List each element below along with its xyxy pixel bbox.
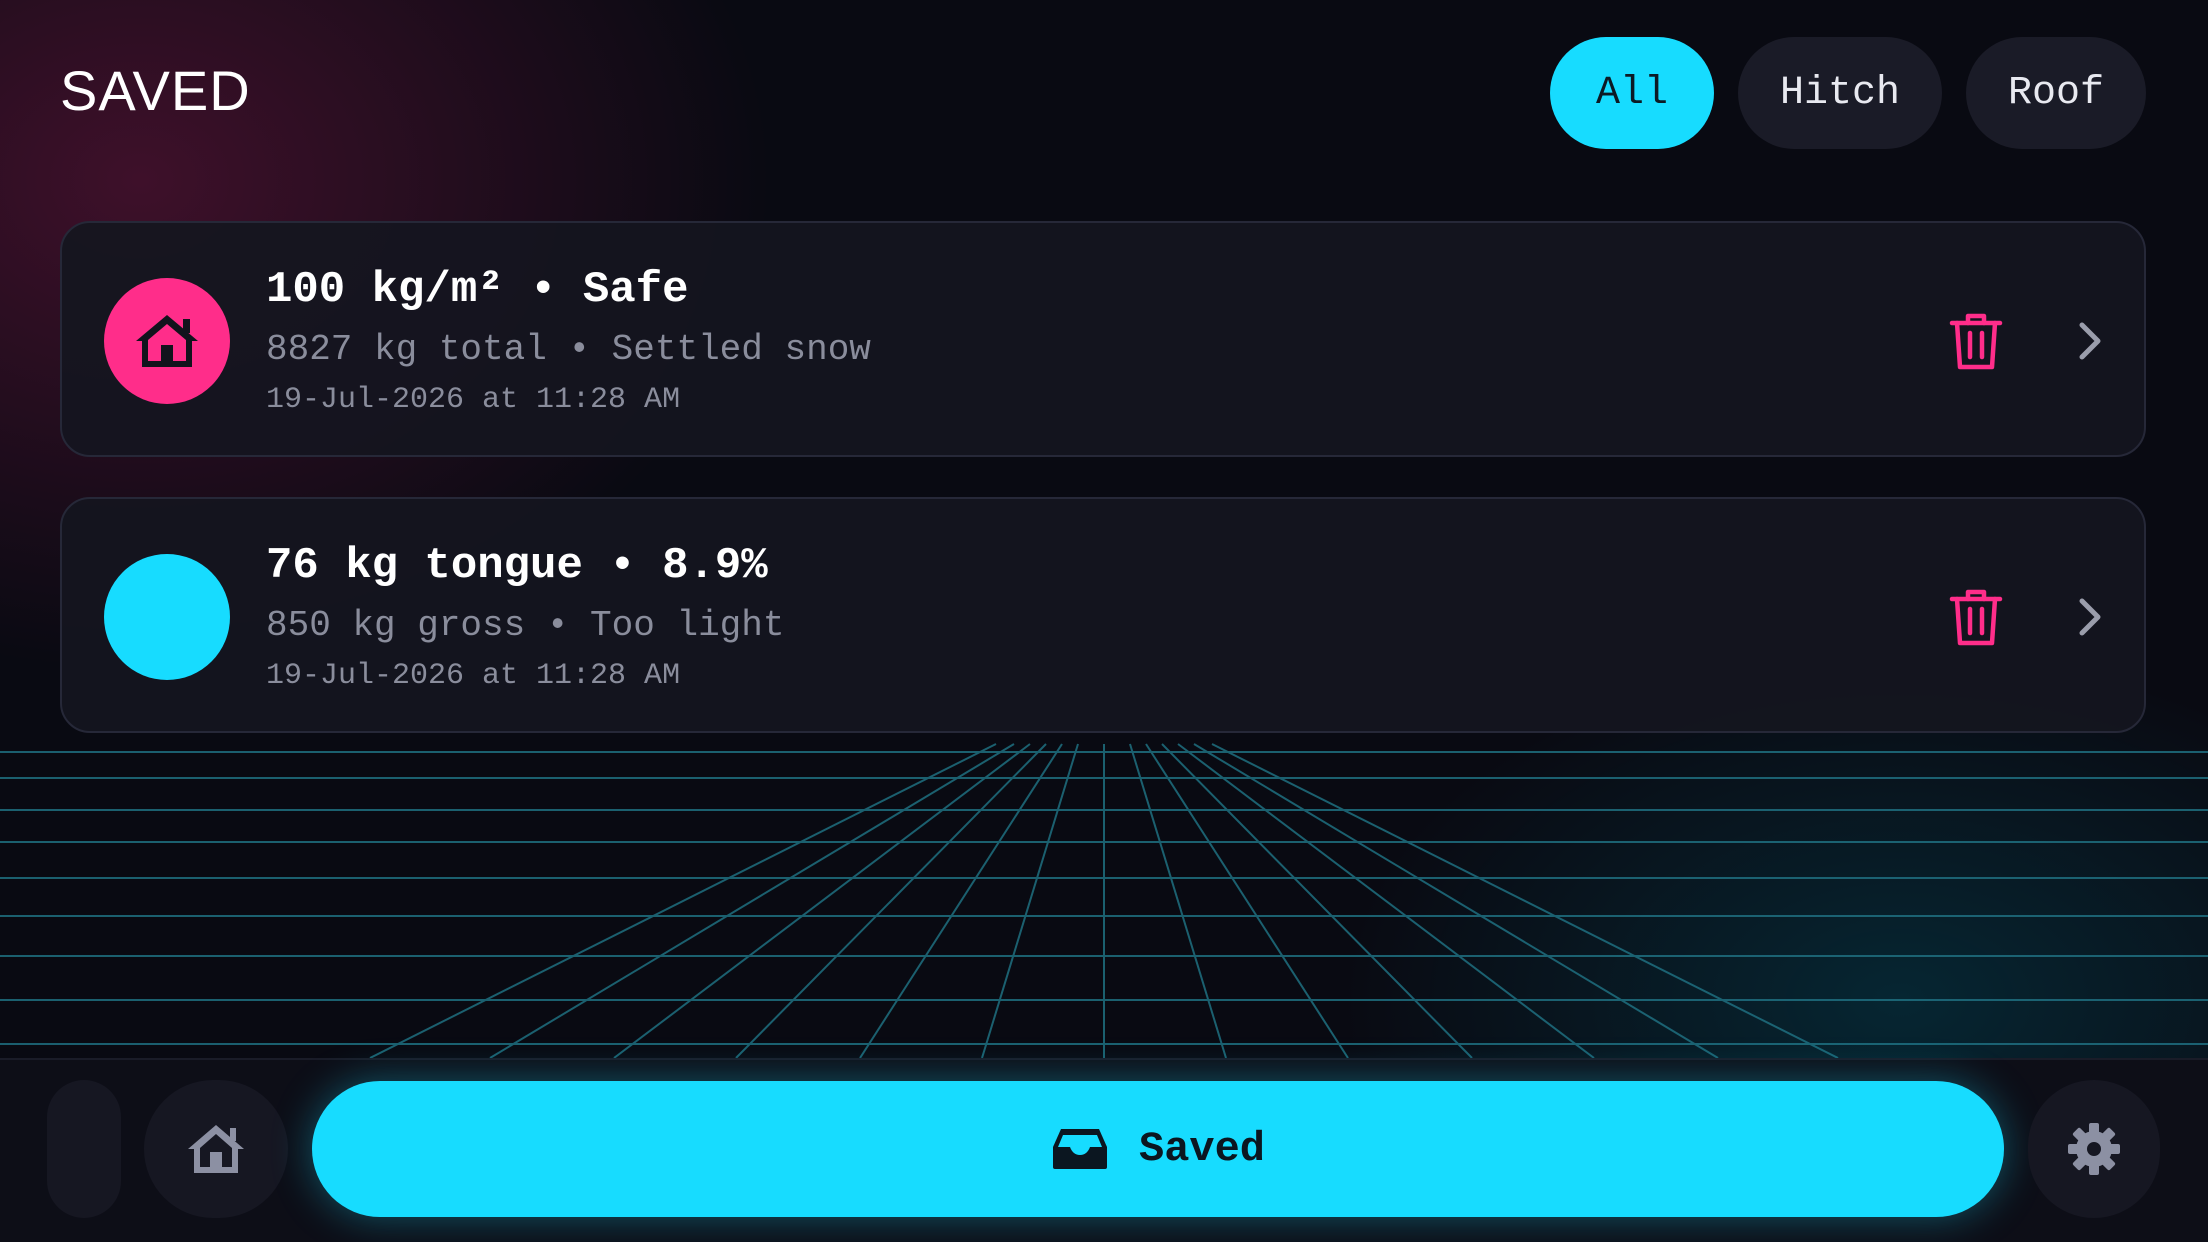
nav-saved-button[interactable]: Saved bbox=[312, 1081, 2004, 1217]
saved-item-timestamp: 19-Jul-2026 at 11:28 AM bbox=[266, 383, 681, 417]
saved-item-subtitle: 8827 kg total • Settled snow bbox=[266, 329, 871, 370]
gear-icon bbox=[2068, 1123, 2120, 1175]
chevron-right-icon[interactable] bbox=[2072, 319, 2108, 363]
saved-item-title: 100 kg/m² • Safe bbox=[266, 265, 689, 315]
nav-saved-label: Saved bbox=[1138, 1125, 1266, 1173]
nav-settings-button[interactable] bbox=[2028, 1080, 2160, 1218]
saved-item-subtitle: 850 kg gross • Too light bbox=[266, 605, 785, 646]
saved-item-card[interactable]: 76 kg tongue • 8.9% 850 kg gross • Too l… bbox=[60, 497, 2146, 733]
inbox-tray-icon bbox=[1052, 1129, 1107, 1169]
page-title: SAVED bbox=[60, 59, 251, 122]
filter-all-chip[interactable]: All bbox=[1549, 37, 1714, 149]
nav-home-button[interactable] bbox=[144, 1080, 288, 1218]
saved-item-title: 76 kg tongue • 8.9% bbox=[266, 541, 768, 591]
saved-item-card[interactable]: 100 kg/m² • Safe 8827 kg total • Settled… bbox=[60, 221, 2146, 457]
perspective-grid-decoration bbox=[0, 743, 2208, 1058]
home-icon bbox=[188, 1125, 244, 1173]
house-icon bbox=[136, 315, 198, 367]
trash-icon[interactable] bbox=[1948, 587, 2004, 647]
filter-roof-chip[interactable]: Roof bbox=[1965, 37, 2146, 149]
roof-item-avatar bbox=[104, 278, 230, 404]
trash-icon[interactable] bbox=[1948, 311, 2004, 371]
saved-item-timestamp: 19-Jul-2026 at 11:28 AM bbox=[266, 659, 681, 693]
chevron-right-icon[interactable] bbox=[2072, 595, 2108, 639]
filter-chips: All Hitch Roof bbox=[1549, 37, 2146, 149]
nav-side-handle[interactable] bbox=[47, 1080, 121, 1218]
hitch-item-avatar bbox=[104, 554, 230, 680]
filter-hitch-chip[interactable]: Hitch bbox=[1737, 37, 1942, 149]
